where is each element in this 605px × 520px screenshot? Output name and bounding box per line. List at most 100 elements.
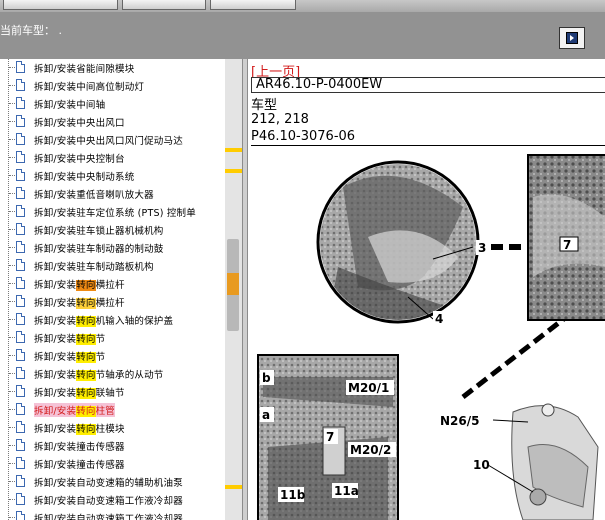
label-text: 节 bbox=[95, 334, 106, 345]
tree-branch-line bbox=[9, 193, 15, 194]
label-text: 联轴节 bbox=[95, 388, 125, 399]
search-hit-marker bbox=[225, 148, 242, 152]
search-highlight: 转向 bbox=[76, 388, 96, 399]
search-highlight: 转向 bbox=[76, 352, 96, 363]
label-text: 拆卸/安装 bbox=[34, 406, 77, 417]
document-icon bbox=[16, 457, 25, 469]
tree-item[interactable]: 拆卸/安装驻车制动踏板机构 bbox=[0, 257, 226, 275]
document-icon bbox=[16, 475, 25, 487]
model-heading: 车型 bbox=[251, 98, 278, 113]
scroll-position-marker bbox=[227, 273, 239, 295]
toolbar-button-2[interactable] bbox=[122, 0, 206, 10]
tree-item-label: 拆卸/安装中间高位制动灯 bbox=[34, 79, 144, 93]
tree-item[interactable]: 拆卸/安装中间轴 bbox=[0, 95, 226, 113]
tree-item-label: 拆卸/安装转向节 bbox=[34, 331, 105, 345]
tree-item[interactable]: 拆卸/安装重低音喇叭放大器 bbox=[0, 185, 226, 203]
tree-branch-line bbox=[9, 463, 15, 464]
tree-item[interactable]: 拆卸/安装转向节轴承的从动节 bbox=[0, 365, 226, 383]
tree-item[interactable]: 拆卸/安装自动变速箱的辅助机油泵 bbox=[0, 473, 226, 491]
figure-top-rule bbox=[251, 145, 605, 146]
tree-item-label: 拆卸/安装自动变速箱工作液冷却器 bbox=[34, 493, 183, 507]
tree-item[interactable]: 拆卸/安装转向柱管 bbox=[0, 401, 226, 419]
label-text: 拆卸/安装驻车定位系统 (PTS) 控制单 bbox=[34, 208, 196, 219]
callout-3: 3 bbox=[478, 241, 486, 255]
label-text: 拆卸/安装 bbox=[34, 316, 77, 327]
header-bar: 当前车型： . bbox=[0, 12, 605, 59]
tree-item-label: 拆卸/安装撞击传感器 bbox=[34, 439, 125, 453]
document-icon bbox=[16, 367, 25, 379]
tree-item[interactable]: 拆卸/安装驻车锁止器机械机构 bbox=[0, 221, 226, 239]
tree-item-label: 拆卸/安装转向横拉杆 bbox=[34, 295, 125, 309]
play-icon bbox=[566, 32, 578, 44]
tree-item[interactable]: 拆卸/安装转向联轴节 bbox=[0, 383, 226, 401]
document-icon bbox=[16, 169, 25, 181]
tree-branch-line bbox=[9, 409, 15, 410]
callout-m20-1: M20/1 bbox=[348, 381, 389, 395]
tree-item[interactable]: 拆卸/安装驻车定位系统 (PTS) 控制单 bbox=[0, 203, 226, 221]
callout-a: a bbox=[262, 408, 270, 422]
document-icon bbox=[16, 313, 25, 325]
tree-branch-line bbox=[9, 391, 15, 392]
tree-item[interactable]: 拆卸/安装中央出风口风门促动马达 bbox=[0, 131, 226, 149]
tree-item-label: 拆卸/安装中央出风口风门促动马达 bbox=[34, 133, 183, 147]
tree-branch-line bbox=[9, 445, 15, 446]
toolbar-button-3[interactable] bbox=[210, 0, 296, 10]
label-text: 拆卸/安装驻车制动器的制动鼓 bbox=[34, 244, 164, 255]
tree-item[interactable]: 拆卸/安装中央制动系统 bbox=[0, 167, 226, 185]
tree-item[interactable]: 拆卸/安装转向柱模块 bbox=[0, 419, 226, 437]
search-hit-marker bbox=[225, 485, 242, 489]
document-icon bbox=[16, 133, 25, 145]
tree-item[interactable]: 拆卸/安装转向节 bbox=[0, 329, 226, 347]
toolbar-button-1[interactable] bbox=[3, 0, 118, 10]
tree-item[interactable]: 拆卸/安装省能间隙模块 bbox=[0, 59, 226, 77]
document-icon bbox=[16, 331, 25, 343]
tree-scrollbar[interactable] bbox=[225, 59, 242, 520]
tree-item-label: 拆卸/安装中央制动系统 bbox=[34, 169, 134, 183]
tree-item[interactable]: 拆卸/安装中央控制台 bbox=[0, 149, 226, 167]
tree-item[interactable]: 拆卸/安装撞击传感器 bbox=[0, 437, 226, 455]
tree-branch-line bbox=[9, 499, 15, 500]
search-highlight: 转向 bbox=[76, 316, 96, 327]
tree-item-label: 拆卸/安装自动变速箱工作液冷却器 bbox=[34, 511, 183, 520]
label-text: 拆卸/安装中间高位制动灯 bbox=[34, 82, 145, 93]
toggle-panel-button[interactable] bbox=[559, 27, 585, 49]
label-text: 拆卸/安装省能间隙模块 bbox=[34, 64, 135, 75]
tree-item-label: 拆卸/安装重低音喇叭放大器 bbox=[34, 187, 154, 201]
document-icon bbox=[16, 277, 25, 289]
tree-branch-line bbox=[9, 283, 15, 284]
tree-item-label: 拆卸/安装驻车制动踏板机构 bbox=[34, 259, 154, 273]
tree-item-label: 拆卸/安装转向柱模块 bbox=[34, 421, 125, 435]
tree-item-label: 拆卸/安装驻车锁止器机械机构 bbox=[34, 223, 164, 237]
tree-item[interactable]: 拆卸/安装转向横拉杆 bbox=[0, 293, 226, 311]
callout-10: 10 bbox=[473, 458, 490, 472]
tree-item[interactable]: 拆卸/安装中间高位制动灯 bbox=[0, 77, 226, 95]
tree-item[interactable]: 拆卸/安装自动变速箱工作液冷却器 bbox=[0, 491, 226, 509]
tree-branch-line bbox=[9, 103, 15, 104]
label-text: 拆卸/安装 bbox=[34, 370, 77, 381]
tree-item[interactable]: 拆卸/安装转向横拉杆 bbox=[0, 275, 226, 293]
document-icon bbox=[16, 79, 25, 91]
procedure-tree: 拆卸/安装省能间隙模块 拆卸/安装中间高位制动灯拆卸/安装中间轴拆卸/安装中央出风… bbox=[0, 59, 244, 520]
illustration: 7 3 4 b M20/1 a 7 M20/2 11b 11a N26/5 10 bbox=[257, 154, 605, 520]
tree-branch-line bbox=[9, 265, 15, 266]
tree-item[interactable]: 拆卸/安装驻车制动器的制动鼓 bbox=[0, 239, 226, 257]
callout-4: 4 bbox=[435, 312, 443, 326]
tree-branch-line bbox=[9, 355, 15, 356]
label-text: 拆卸/安装撞击传感器 bbox=[34, 460, 125, 471]
tree-item[interactable]: 拆卸/安装中央出风口 bbox=[0, 113, 226, 131]
tree-item-label: 拆卸/安装转向节轴承的从动节 bbox=[34, 367, 164, 381]
label-text: 拆卸/安装中央出风口 bbox=[34, 118, 125, 129]
top-toolbar bbox=[0, 0, 605, 12]
document-icon bbox=[16, 295, 25, 307]
tree-item[interactable]: 拆卸/安装撞击传感器 bbox=[0, 455, 226, 473]
tree-branch-line bbox=[9, 211, 15, 212]
tree-item[interactable]: 拆卸/安装转向节 bbox=[0, 347, 226, 365]
tree-branch-line bbox=[9, 481, 15, 482]
label-text: 拆卸/安装中央制动系统 bbox=[34, 172, 135, 183]
tree-item[interactable]: 拆卸/安装自动变速箱工作液冷却器 bbox=[0, 509, 226, 520]
tree-item-label: 拆卸/安装省能间隙模块 bbox=[34, 61, 134, 75]
document-icon bbox=[16, 439, 25, 451]
tree-item[interactable]: 拆卸/安装转向机输入轴的保护盖 bbox=[0, 311, 226, 329]
document-icon bbox=[16, 205, 25, 217]
label-text: 拆卸/安装 bbox=[34, 424, 77, 435]
